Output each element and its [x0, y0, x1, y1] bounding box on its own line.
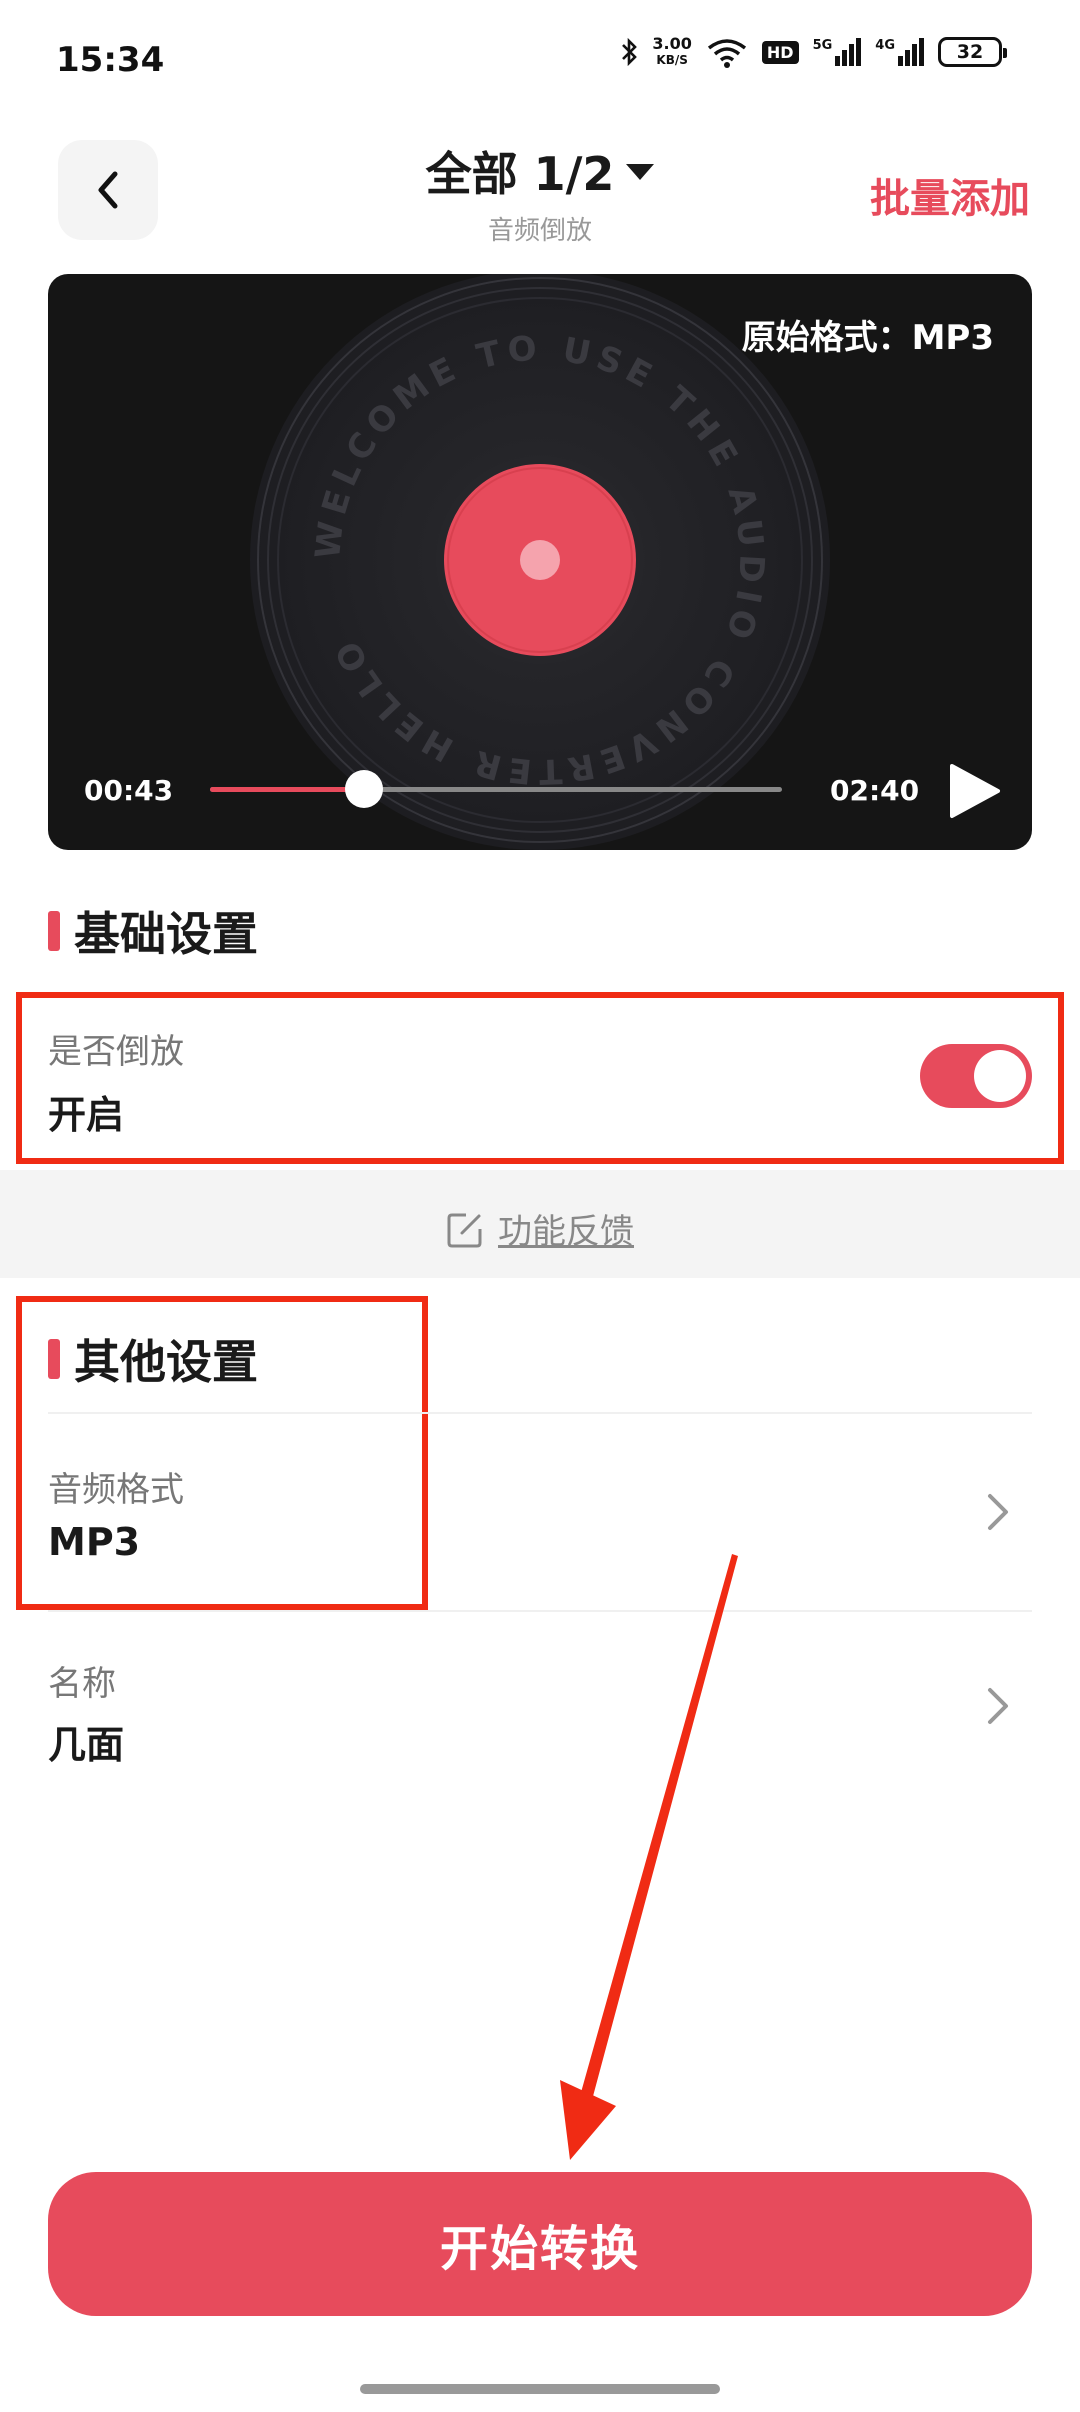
- feedback-link[interactable]: 功能反馈: [0, 1204, 1080, 1253]
- reverse-label: 是否倒放: [48, 1032, 184, 1072]
- total-time: 02:40: [830, 774, 920, 807]
- audio-format-value: MP3: [48, 1520, 141, 1564]
- signal-4g-icon: 4G: [875, 38, 924, 66]
- progress-slider[interactable]: [210, 770, 782, 808]
- annotation-arrow: [560, 1554, 738, 2160]
- home-indicator[interactable]: [360, 2384, 720, 2394]
- bluetooth-icon: [622, 37, 638, 67]
- section-title-basic: 基础设置: [74, 907, 258, 961]
- batch-add-button[interactable]: 批量添加: [870, 166, 1030, 224]
- caret-down-icon: [626, 163, 655, 180]
- name-value: 几面: [48, 1723, 125, 1767]
- signal-5g-icon: 5G: [813, 38, 862, 66]
- section-title-other: 其他设置: [74, 1335, 258, 1389]
- chevron-right-icon: [988, 1688, 1008, 1724]
- section-accent-bar: [48, 911, 60, 951]
- original-format: 原始格式：MP3: [741, 318, 994, 358]
- battery-icon: 32: [938, 37, 1007, 67]
- hd-badge: HD: [761, 40, 799, 64]
- header-title: 全部 1/2: [425, 147, 615, 201]
- progress-fill: [210, 787, 365, 792]
- name-label: 名称: [48, 1664, 116, 1704]
- audio-format-label: 音频格式: [48, 1470, 184, 1510]
- status-icons: 3.00 KB/S HD 5G 4G 32: [620, 34, 1007, 68]
- basic-settings-header: 基础设置: [48, 898, 258, 964]
- wifi-icon: [707, 39, 746, 68]
- chevron-right-icon: [988, 1494, 1008, 1530]
- current-time: 00:43: [84, 774, 174, 807]
- play-icon[interactable]: [948, 762, 1002, 820]
- feedback-label: 功能反馈: [498, 1212, 634, 1252]
- vinyl-disc-icon: WELCOME TO USE THE AUDIO CONVERTER HELLO: [250, 274, 830, 850]
- toggle-knob: [974, 1050, 1026, 1102]
- section-accent-bar: [48, 1339, 60, 1379]
- reverse-toggle[interactable]: [920, 1044, 1032, 1108]
- other-settings-header: 其他设置: [48, 1326, 258, 1392]
- highlight-box-reverse: [16, 992, 1064, 1164]
- net-speed: 3.00 KB/S: [652, 34, 692, 68]
- audio-player: WELCOME TO USE THE AUDIO CONVERTER HELLO…: [48, 274, 1032, 850]
- start-convert-button[interactable]: 开始转换: [48, 2172, 1032, 2316]
- reverse-value: 开启: [48, 1093, 125, 1137]
- edit-icon: [447, 1213, 482, 1247]
- status-time: 15:34: [56, 40, 165, 80]
